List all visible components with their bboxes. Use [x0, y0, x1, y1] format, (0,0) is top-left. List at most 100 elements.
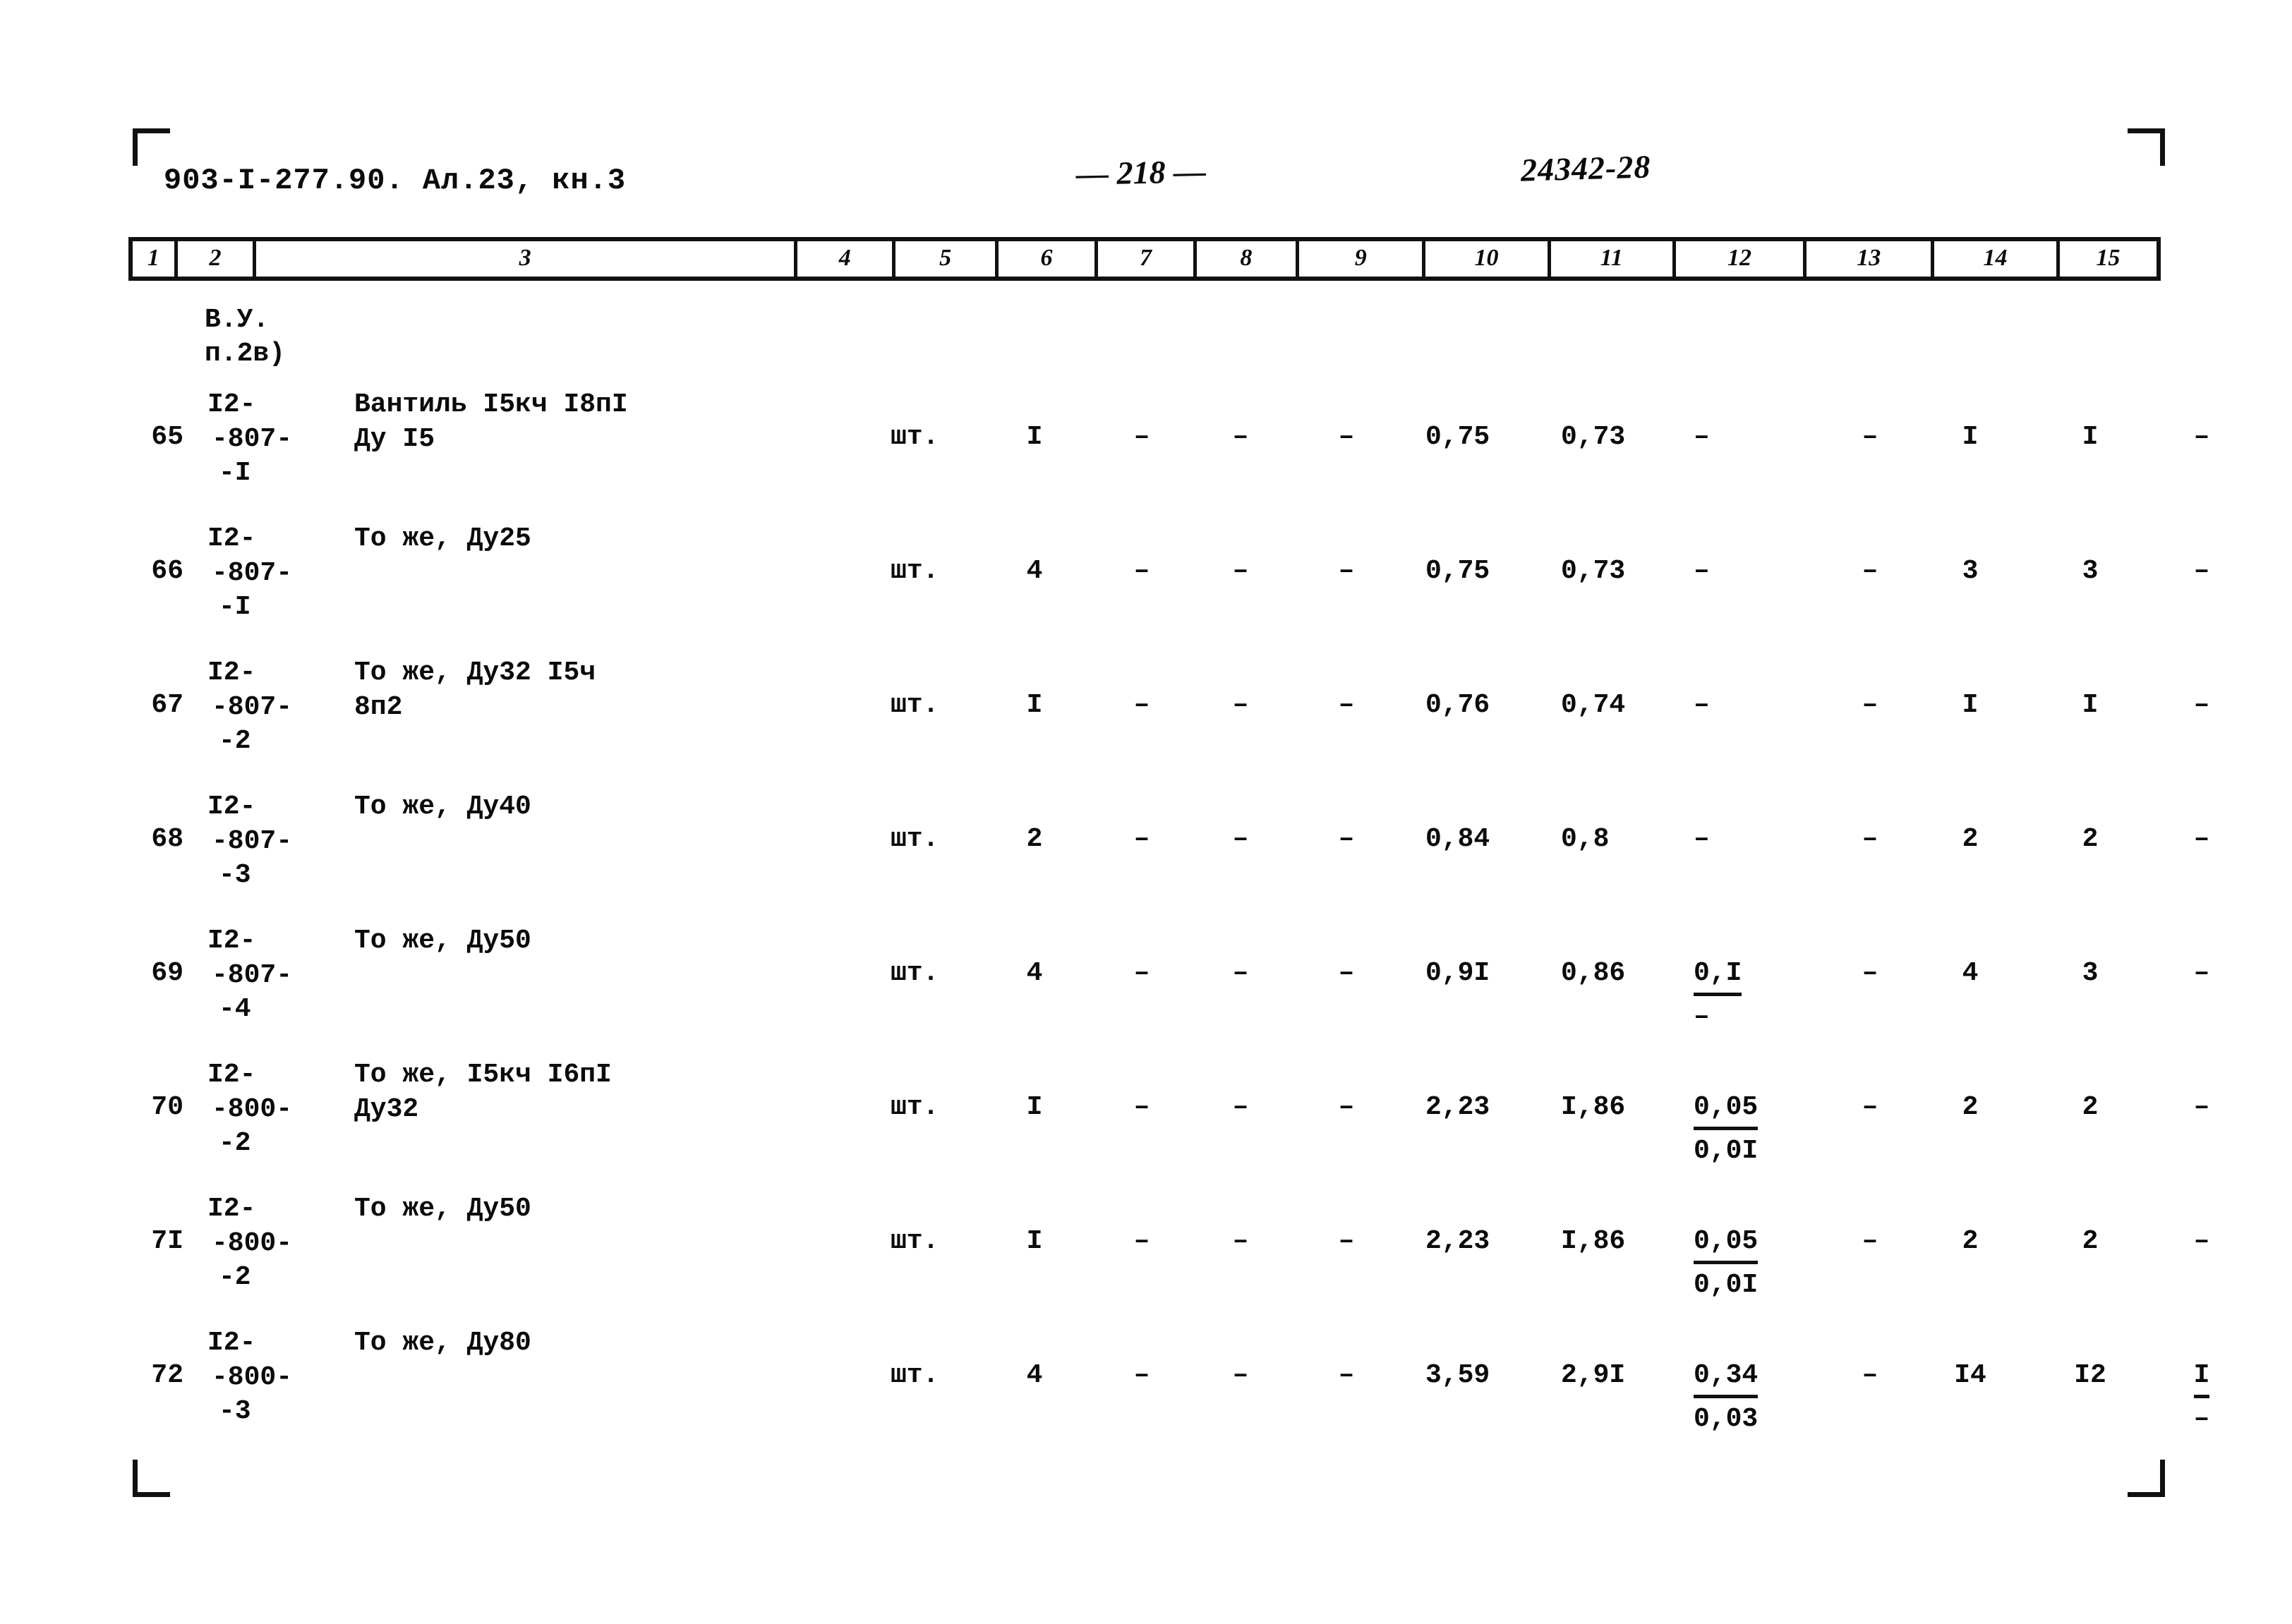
row-col-7: – — [1232, 824, 1249, 854]
row-col-9: 0,84 — [1425, 824, 1490, 854]
row-col-14: I — [2082, 690, 2099, 720]
row-item-name-line: Ду I5 — [354, 423, 435, 454]
column-number-4: 4 — [797, 241, 896, 277]
row-item-code-line: -I — [219, 592, 251, 623]
row-item-name: То же, Ду25 — [354, 522, 531, 557]
row-col-5: I — [1026, 1226, 1043, 1256]
table-row: 7I I2- -800- -2 То же, Ду50 шт. I – – – 2,23 I,86 0,… — [128, 1192, 2209, 1326]
row-col-15-value: – — [2193, 824, 2210, 854]
row-item-code-line: -3 — [219, 1396, 251, 1427]
row-col-15-denominator: – — [2193, 1403, 2210, 1434]
table-row: 68 I2- -807- -3 То же, Ду40 шт. 2 – – – 0,84 0,8 – – 2… — [128, 790, 2209, 924]
row-col-9: 2,23 — [1425, 1092, 1490, 1122]
row-col-14: I2 — [2074, 1360, 2106, 1390]
row-col-9: 0,76 — [1425, 690, 1490, 720]
table-row: 65 I2- -807- -I Вантиль I5кч I8пI Ду I5 шт. I – –… — [128, 388, 2209, 522]
row-col-10: I,86 — [1561, 1226, 1626, 1256]
row-unit: шт. — [891, 556, 939, 586]
row-position-number: 68 — [151, 824, 183, 854]
row-col-11-denominator: 0,0I — [1694, 1269, 1759, 1300]
row-col-11: 0,34 0,03 — [1694, 1359, 1814, 1436]
row-col-15-value: – — [2193, 690, 2210, 720]
row-col-14: 2 — [2082, 824, 2099, 854]
page-corner-mark-top-right — [2128, 128, 2165, 166]
row-col-11-numerator: 0,05 — [1694, 1091, 1759, 1130]
table-row: 72 I2- -800- -3 То же, Ду80 шт. 4 – – – 3,59 2,9I 0,… — [128, 1326, 2210, 1460]
row-col-7: – — [1232, 556, 1249, 586]
table-row: 70 I2- -800- -2 То же, I5кч I6пI Ду32 шт. I – – – 2… — [128, 1058, 2209, 1192]
row-col-11: 0,05 0,0I — [1694, 1091, 1814, 1168]
row-item-name-line: Ду32 — [354, 1093, 419, 1125]
row-col-8: – — [1338, 958, 1355, 988]
row-col-13: 4 — [1962, 958, 1979, 988]
row-position-number: 72 — [151, 1360, 183, 1390]
row-item-code-line: -807- — [212, 825, 293, 856]
row-col-6: – — [1133, 556, 1150, 586]
row-position-number: 67 — [151, 690, 183, 720]
row-item-code-line: -807- — [212, 423, 293, 454]
column-number-10: 10 — [1425, 241, 1551, 277]
row-col-12: – — [1862, 422, 1878, 452]
row-col-14: 3 — [2082, 958, 2099, 988]
row-item-name: То же, I5кч I6пI Ду32 — [354, 1058, 612, 1127]
row-col-15-numerator: I — [2193, 1359, 2210, 1398]
specification-table: В.У. п.2в) 65 I2- -807- -I Вантиль I5кч I8пI… — [128, 303, 2210, 1460]
row-item-code-line: I2- — [207, 389, 256, 420]
row-col-13: 2 — [1962, 1226, 1979, 1256]
row-item-code-line: I2- — [207, 926, 256, 956]
row-col-7: – — [1232, 690, 1249, 720]
row-col-9: 3,59 — [1425, 1360, 1490, 1390]
row-col-5: I — [1026, 1092, 1043, 1122]
row-col-8: – — [1338, 1360, 1355, 1390]
row-col-11: – — [1694, 420, 1814, 455]
row-col-13: 2 — [1962, 824, 1979, 854]
row-col-12: – — [1862, 958, 1878, 988]
row-item-code-line: -800- — [212, 1093, 293, 1125]
row-col-8: – — [1338, 690, 1355, 720]
row-item-name-line: То же, I5кч I6пI — [354, 1060, 612, 1090]
row-col-14: 3 — [2082, 556, 2099, 586]
row-position-number: 70 — [151, 1092, 183, 1122]
column-number-11: 11 — [1551, 241, 1676, 277]
row-item-code-line: -2 — [219, 726, 251, 757]
page-corner-mark-bottom-left — [133, 1460, 170, 1497]
row-unit: шт. — [891, 824, 939, 854]
row-position-number: 65 — [151, 422, 183, 452]
row-item-code-line: -800- — [212, 1362, 293, 1393]
row-col-5: I — [1026, 422, 1043, 452]
column-number-9: 9 — [1299, 241, 1426, 277]
row-col-15: – — [2173, 1225, 2230, 1259]
row-item-code: I2- -807- -2 — [207, 656, 292, 759]
row-position-number: 69 — [151, 958, 183, 988]
row-col-11: 0,05 0,0I — [1694, 1225, 1814, 1302]
row-col-5: 4 — [1026, 1360, 1043, 1390]
row-item-name: Вантиль I5кч I8пI Ду I5 — [354, 388, 628, 456]
row-item-code: I2- -807- -I — [207, 388, 292, 491]
row-col-5: 4 — [1026, 958, 1043, 988]
row-item-name-line: Вантиль I5кч I8пI — [354, 389, 628, 420]
row-col-9: 0,9I — [1425, 958, 1490, 988]
row-col-15: – — [2173, 420, 2230, 455]
row-item-code: I2- -800- -2 — [207, 1192, 292, 1295]
row-item-code-line: -I — [219, 458, 251, 489]
page-number: — 218 — — [1075, 153, 1207, 192]
column-number-3: 3 — [256, 241, 798, 277]
row-item-name-line: То же, Ду50 — [354, 1194, 531, 1224]
row-col-12: – — [1862, 1092, 1878, 1122]
row-col-6: – — [1133, 1092, 1150, 1122]
row-col-9: 0,75 — [1425, 422, 1490, 452]
row-col-11-numerator: 0,05 — [1694, 1225, 1759, 1264]
row-col-11-denominator: 0,03 — [1694, 1403, 1759, 1434]
column-number-12: 12 — [1676, 241, 1807, 277]
row-col-15: – — [2173, 1091, 2230, 1125]
column-number-15: 15 — [2096, 245, 2121, 271]
row-col-6: – — [1133, 422, 1150, 452]
row-item-code: I2- -807- -4 — [207, 924, 292, 1027]
page-corner-mark-bottom-right — [2128, 1460, 2165, 1497]
row-col-15: I – — [2173, 1359, 2230, 1436]
row-col-11: 0,I – — [1694, 957, 1814, 1034]
row-item-name-line: То же, Ду40 — [354, 792, 531, 822]
row-col-10: 0,74 — [1561, 690, 1626, 720]
row-col-7: – — [1232, 422, 1249, 452]
row-item-code-line: I2- — [207, 1194, 256, 1224]
